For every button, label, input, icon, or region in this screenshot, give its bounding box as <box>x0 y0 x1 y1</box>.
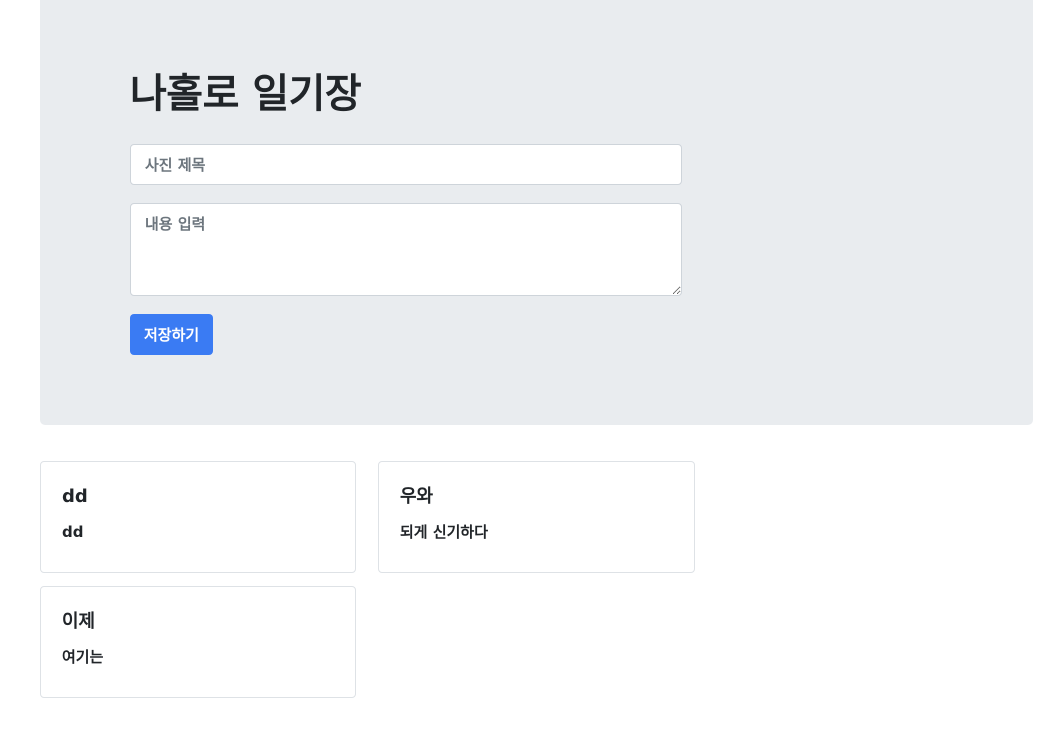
content-textarea[interactable] <box>130 203 682 296</box>
card-title: 우와 <box>400 486 434 507</box>
card-text: 되게 신기하다 <box>400 523 489 541</box>
page-title: 나홀로 일기장 <box>130 71 362 117</box>
diary-form: 나홀로 일기장 저장하기 <box>130 66 682 355</box>
card-title: 이제 <box>62 611 96 632</box>
diary-card: 우와 되게 신기하다 <box>378 461 695 573</box>
save-button[interactable]: 저장하기 <box>130 314 214 355</box>
diary-card: 이제 여기는 <box>40 586 356 698</box>
photo-title-input[interactable] <box>130 144 682 185</box>
card-text: dd <box>62 523 84 541</box>
diary-form-panel: 나홀로 일기장 저장하기 <box>40 0 1033 425</box>
card-text: 여기는 <box>62 648 104 666</box>
diary-card: dd dd <box>40 461 356 573</box>
card-title: dd <box>62 486 88 507</box>
